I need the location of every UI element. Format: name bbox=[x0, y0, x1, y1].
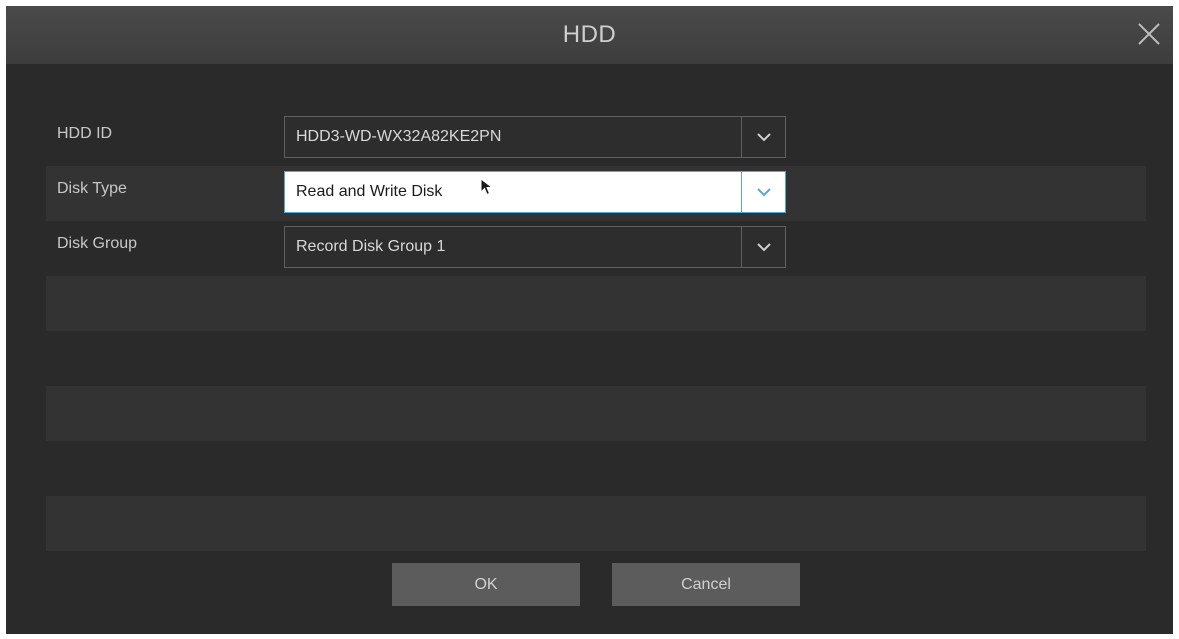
empty-row bbox=[46, 496, 1146, 551]
mouse-pointer-icon bbox=[480, 177, 494, 201]
disk-group-select[interactable]: Record Disk Group 1 bbox=[284, 226, 786, 268]
chevron-down-icon bbox=[757, 243, 771, 252]
hdd-id-select[interactable]: HDD3-WD-WX32A82KE2PN bbox=[284, 116, 786, 158]
empty-row bbox=[46, 331, 1146, 386]
hdd-id-dropdown-button[interactable] bbox=[741, 117, 785, 157]
hdd-id-row: HDD ID HDD3-WD-WX32A82KE2PN bbox=[46, 111, 1146, 166]
hdd-id-value: HDD3-WD-WX32A82KE2PN bbox=[296, 128, 502, 145]
empty-row bbox=[46, 441, 1146, 496]
dialog-buttons: OK Cancel bbox=[6, 563, 1173, 607]
disk-group-value: Record Disk Group 1 bbox=[296, 238, 446, 255]
chevron-down-icon bbox=[757, 188, 771, 197]
disk-type-row: Disk Type Read and Write Disk bbox=[46, 166, 1146, 221]
empty-row bbox=[46, 276, 1146, 331]
close-icon[interactable] bbox=[1135, 20, 1163, 48]
disk-type-label: Disk Type bbox=[57, 180, 127, 197]
empty-row bbox=[46, 386, 1146, 441]
disk-type-select[interactable]: Read and Write Disk bbox=[284, 171, 786, 213]
ok-button[interactable]: OK bbox=[392, 563, 580, 606]
disk-group-label: Disk Group bbox=[57, 235, 138, 252]
cancel-button[interactable]: Cancel bbox=[612, 563, 800, 606]
dialog-title: HDD bbox=[562, 21, 617, 48]
form-body: HDD ID HDD3-WD-WX32A82KE2PN Disk Type Re… bbox=[46, 111, 1146, 551]
disk-group-row: Disk Group Record Disk Group 1 bbox=[46, 221, 1146, 276]
disk-type-dropdown-button[interactable] bbox=[741, 172, 785, 212]
hdd-id-label: HDD ID bbox=[57, 125, 113, 142]
disk-group-dropdown-button[interactable] bbox=[741, 227, 785, 267]
dialog-titlebar: HDD bbox=[6, 6, 1173, 64]
chevron-down-icon bbox=[757, 133, 771, 142]
hdd-dialog: HDD HDD ID HDD3-WD-WX32A82KE2PN Disk Typ… bbox=[6, 6, 1173, 634]
disk-type-value: Read and Write Disk bbox=[296, 183, 443, 200]
